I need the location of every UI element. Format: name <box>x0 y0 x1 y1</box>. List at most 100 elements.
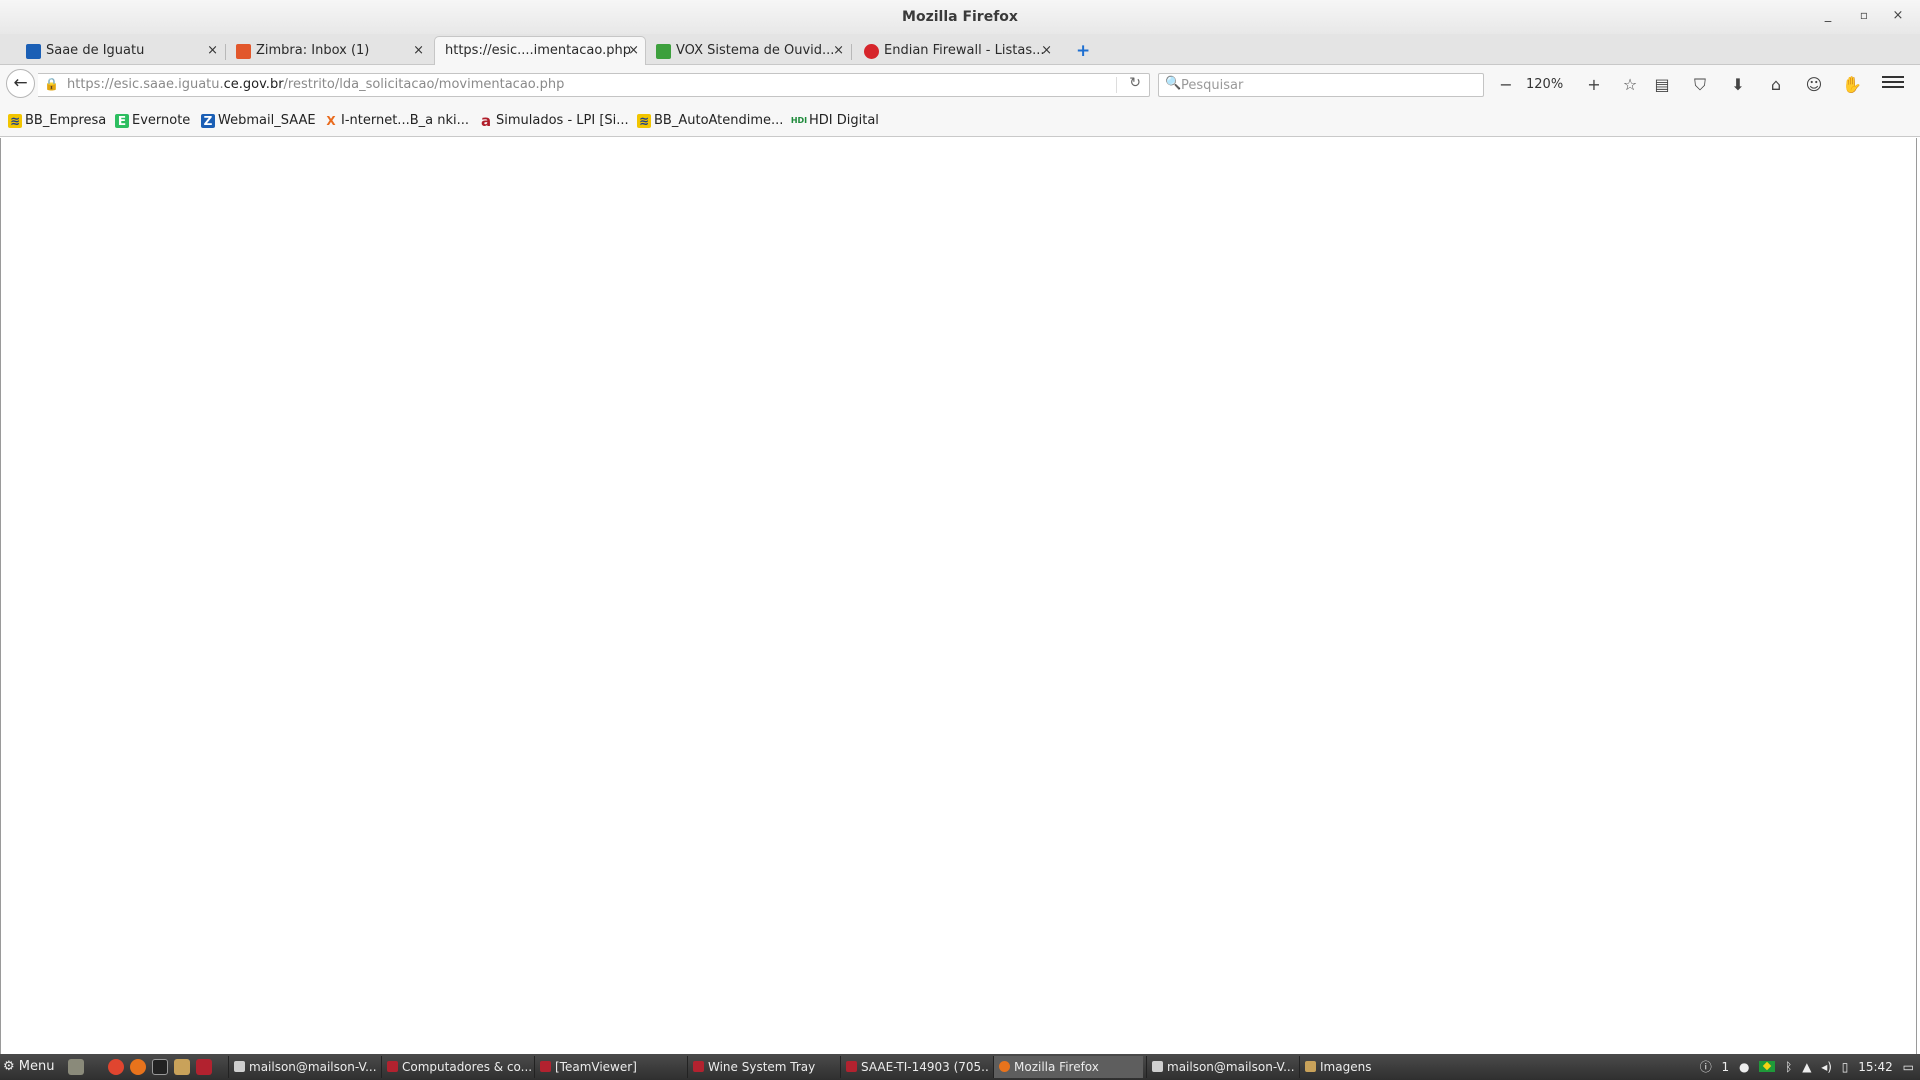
chat-icon[interactable]: ☺ <box>1802 75 1826 94</box>
taskbar: ⚙ Menu mailson@mailson-V... Computadores… <box>0 1054 1920 1080</box>
bookmark-label: I-nternet...B_a nki... <box>341 113 470 128</box>
close-tab-icon[interactable]: × <box>628 37 639 65</box>
zoom-out-button[interactable]: − <box>1494 75 1518 94</box>
bookmark-label: HDI Digital <box>809 113 879 128</box>
url-bar[interactable]: 🔒 https://esic.saae.iguatu.ce.gov.br/res… <box>38 73 1150 97</box>
taskbar-window-teamviewer[interactable]: [TeamViewer] <box>534 1056 684 1078</box>
start-menu-button[interactable]: ⚙ Menu <box>3 1054 55 1080</box>
tab-saae[interactable]: Saae de Iguatu × <box>20 37 226 65</box>
reader-list-icon[interactable]: ▤ <box>1650 75 1674 94</box>
close-tab-icon[interactable]: × <box>833 37 844 65</box>
tab-label: https://esic....imentacao.php <box>445 43 631 58</box>
hamburger-menu-icon[interactable] <box>1882 73 1904 91</box>
download-icon[interactable]: ⬇ <box>1726 75 1750 94</box>
bookmark-internet-banking[interactable]: X I-nternet...B_a nki... <box>324 113 469 129</box>
window-label: Computadores & co... <box>402 1060 531 1074</box>
tab-label: Saae de Iguatu <box>46 43 145 58</box>
vox-icon <box>656 44 671 59</box>
shield-icon <box>26 44 41 59</box>
hand-icon[interactable]: ✋ <box>1840 75 1864 94</box>
reload-icon[interactable]: ↻ <box>1129 75 1141 91</box>
taskbar-window-imagens[interactable]: Imagens <box>1299 1056 1449 1078</box>
zoom-level[interactable]: 120% <box>1526 77 1563 92</box>
endian-icon <box>864 44 879 59</box>
notification-icon[interactable]: ▲ <box>1802 1060 1811 1074</box>
search-input[interactable] <box>1181 76 1471 94</box>
tab-endian[interactable]: Endian Firewall - Listas... × <box>858 37 1058 65</box>
bookmark-label: Webmail_SAAE <box>218 113 316 128</box>
close-tab-icon[interactable]: × <box>1041 37 1052 65</box>
bookmark-label: Evernote <box>132 113 191 128</box>
user-icon[interactable]: ● <box>1739 1060 1749 1074</box>
file-manager-launcher-icon[interactable] <box>68 1059 84 1075</box>
bluetooth-icon[interactable]: ᛒ <box>1785 1060 1792 1074</box>
dm-launcher-icon[interactable] <box>196 1059 212 1075</box>
minimize-button[interactable]: _ <box>1818 8 1838 23</box>
chrome-launcher-icon[interactable] <box>108 1059 124 1075</box>
close-tab-icon[interactable]: × <box>207 37 218 65</box>
wine-icon <box>540 1061 551 1072</box>
tab-esic-active[interactable]: https://esic....imentacao.php × <box>434 36 646 65</box>
url-text[interactable]: https://esic.saae.iguatu.ce.gov.br/restr… <box>67 74 564 96</box>
folder-icon <box>1305 1061 1316 1072</box>
info-icon[interactable]: ⓘ <box>1700 1060 1712 1074</box>
wine-icon <box>387 1061 398 1072</box>
close-window-button[interactable]: × <box>1888 8 1908 23</box>
tab-label: Zimbra: Inbox (1) <box>256 43 370 58</box>
maximize-button[interactable]: ▫ <box>1854 8 1874 22</box>
page-content[interactable] <box>1 138 1917 1054</box>
tab-vox[interactable]: VOX Sistema de Ouvid... × <box>650 37 852 65</box>
clock[interactable]: 15:42 <box>1858 1060 1893 1074</box>
window-label: [TeamViewer] <box>555 1060 637 1074</box>
simulados-icon: a <box>480 112 492 130</box>
battery-icon[interactable]: ▯ <box>1842 1060 1849 1074</box>
bookmark-label: BB_AutoAtendime... <box>654 113 784 128</box>
bookmarks-toolbar: ≋ BB_Empresa E Evernote Z Webmail_SAAE X… <box>0 105 1920 137</box>
new-tab-button[interactable]: + <box>1076 41 1090 61</box>
back-button[interactable]: ← <box>6 69 35 98</box>
firefox-icon <box>999 1061 1010 1072</box>
show-desktop-icon[interactable]: ▭ <box>1903 1060 1914 1074</box>
bookmark-star-icon[interactable]: ☆ <box>1618 75 1642 94</box>
bookmark-webmail-saae[interactable]: Z Webmail_SAAE <box>201 113 316 129</box>
search-bar[interactable]: 🔍 <box>1158 73 1484 97</box>
window-label: Imagens <box>1320 1060 1372 1074</box>
terminal-icon <box>234 1061 245 1072</box>
terminal-launcher-icon[interactable] <box>152 1059 168 1075</box>
taskbar-window-computadores[interactable]: Computadores & co... <box>381 1056 531 1078</box>
taskbar-window-wine-tray[interactable]: Wine System Tray <box>687 1056 837 1078</box>
bb-icon: ≋ <box>8 114 22 128</box>
system-tray: ⓘ 1 ● ᛒ ▲ ◂) ▯ 15:42 ▭ <box>1694 1054 1914 1080</box>
zoom-in-button[interactable]: + <box>1582 75 1606 94</box>
tab-zimbra[interactable]: Zimbra: Inbox (1) × <box>230 37 430 65</box>
bookmark-simulados-lpi[interactable]: a Simulados - LPI [Si... <box>479 113 629 129</box>
bookmark-bb-autoatendimento[interactable]: ≋ BB_AutoAtendime... <box>637 113 783 129</box>
wine-icon <box>846 1061 857 1072</box>
window-label: mailson@mailson-V... <box>1167 1060 1295 1074</box>
url-prefix: https://esic.saae.iguatu. <box>67 77 224 92</box>
window-title: Mozilla Firefox <box>902 9 1018 25</box>
folder-launcher-icon[interactable] <box>174 1059 190 1075</box>
home-icon[interactable]: ⌂ <box>1764 75 1788 94</box>
url-separator <box>1116 77 1117 93</box>
url-path: /restrito/lda_solicitacao/movimentacao.p… <box>283 77 565 92</box>
brazil-flag-icon[interactable] <box>1759 1061 1776 1072</box>
navigation-toolbar: 🔒 https://esic.saae.iguatu.ce.gov.br/res… <box>0 65 1920 105</box>
taskbar-window-terminal-1[interactable]: mailson@mailson-V... <box>228 1056 378 1078</box>
firefox-launcher-icon[interactable] <box>130 1059 146 1075</box>
taskbar-window-terminal-2[interactable]: mailson@mailson-V... <box>1146 1056 1296 1078</box>
bookmark-label: Simulados - LPI [Si... <box>496 113 629 128</box>
bookmark-evernote[interactable]: E Evernote <box>115 113 190 129</box>
close-tab-icon[interactable]: × <box>413 37 424 65</box>
tab-label: Endian Firewall - Listas... <box>884 43 1045 58</box>
terminal-icon <box>1152 1061 1163 1072</box>
bookmark-bb-empresa[interactable]: ≋ BB_Empresa <box>8 113 106 129</box>
tab-label: VOX Sistema de Ouvid... <box>676 43 835 58</box>
taskbar-window-saae-ti[interactable]: SAAE-TI-14903 (705... <box>840 1056 990 1078</box>
taskbar-window-firefox[interactable]: Mozilla Firefox <box>993 1056 1143 1078</box>
volume-icon[interactable]: ◂) <box>1821 1060 1832 1074</box>
pocket-icon[interactable]: ⛉ <box>1688 75 1712 95</box>
search-icon: 🔍 <box>1165 76 1182 91</box>
bookmark-hdi-digital[interactable]: HDI HDI Digital <box>790 113 879 129</box>
workspace-indicator[interactable]: 1 <box>1722 1060 1730 1074</box>
